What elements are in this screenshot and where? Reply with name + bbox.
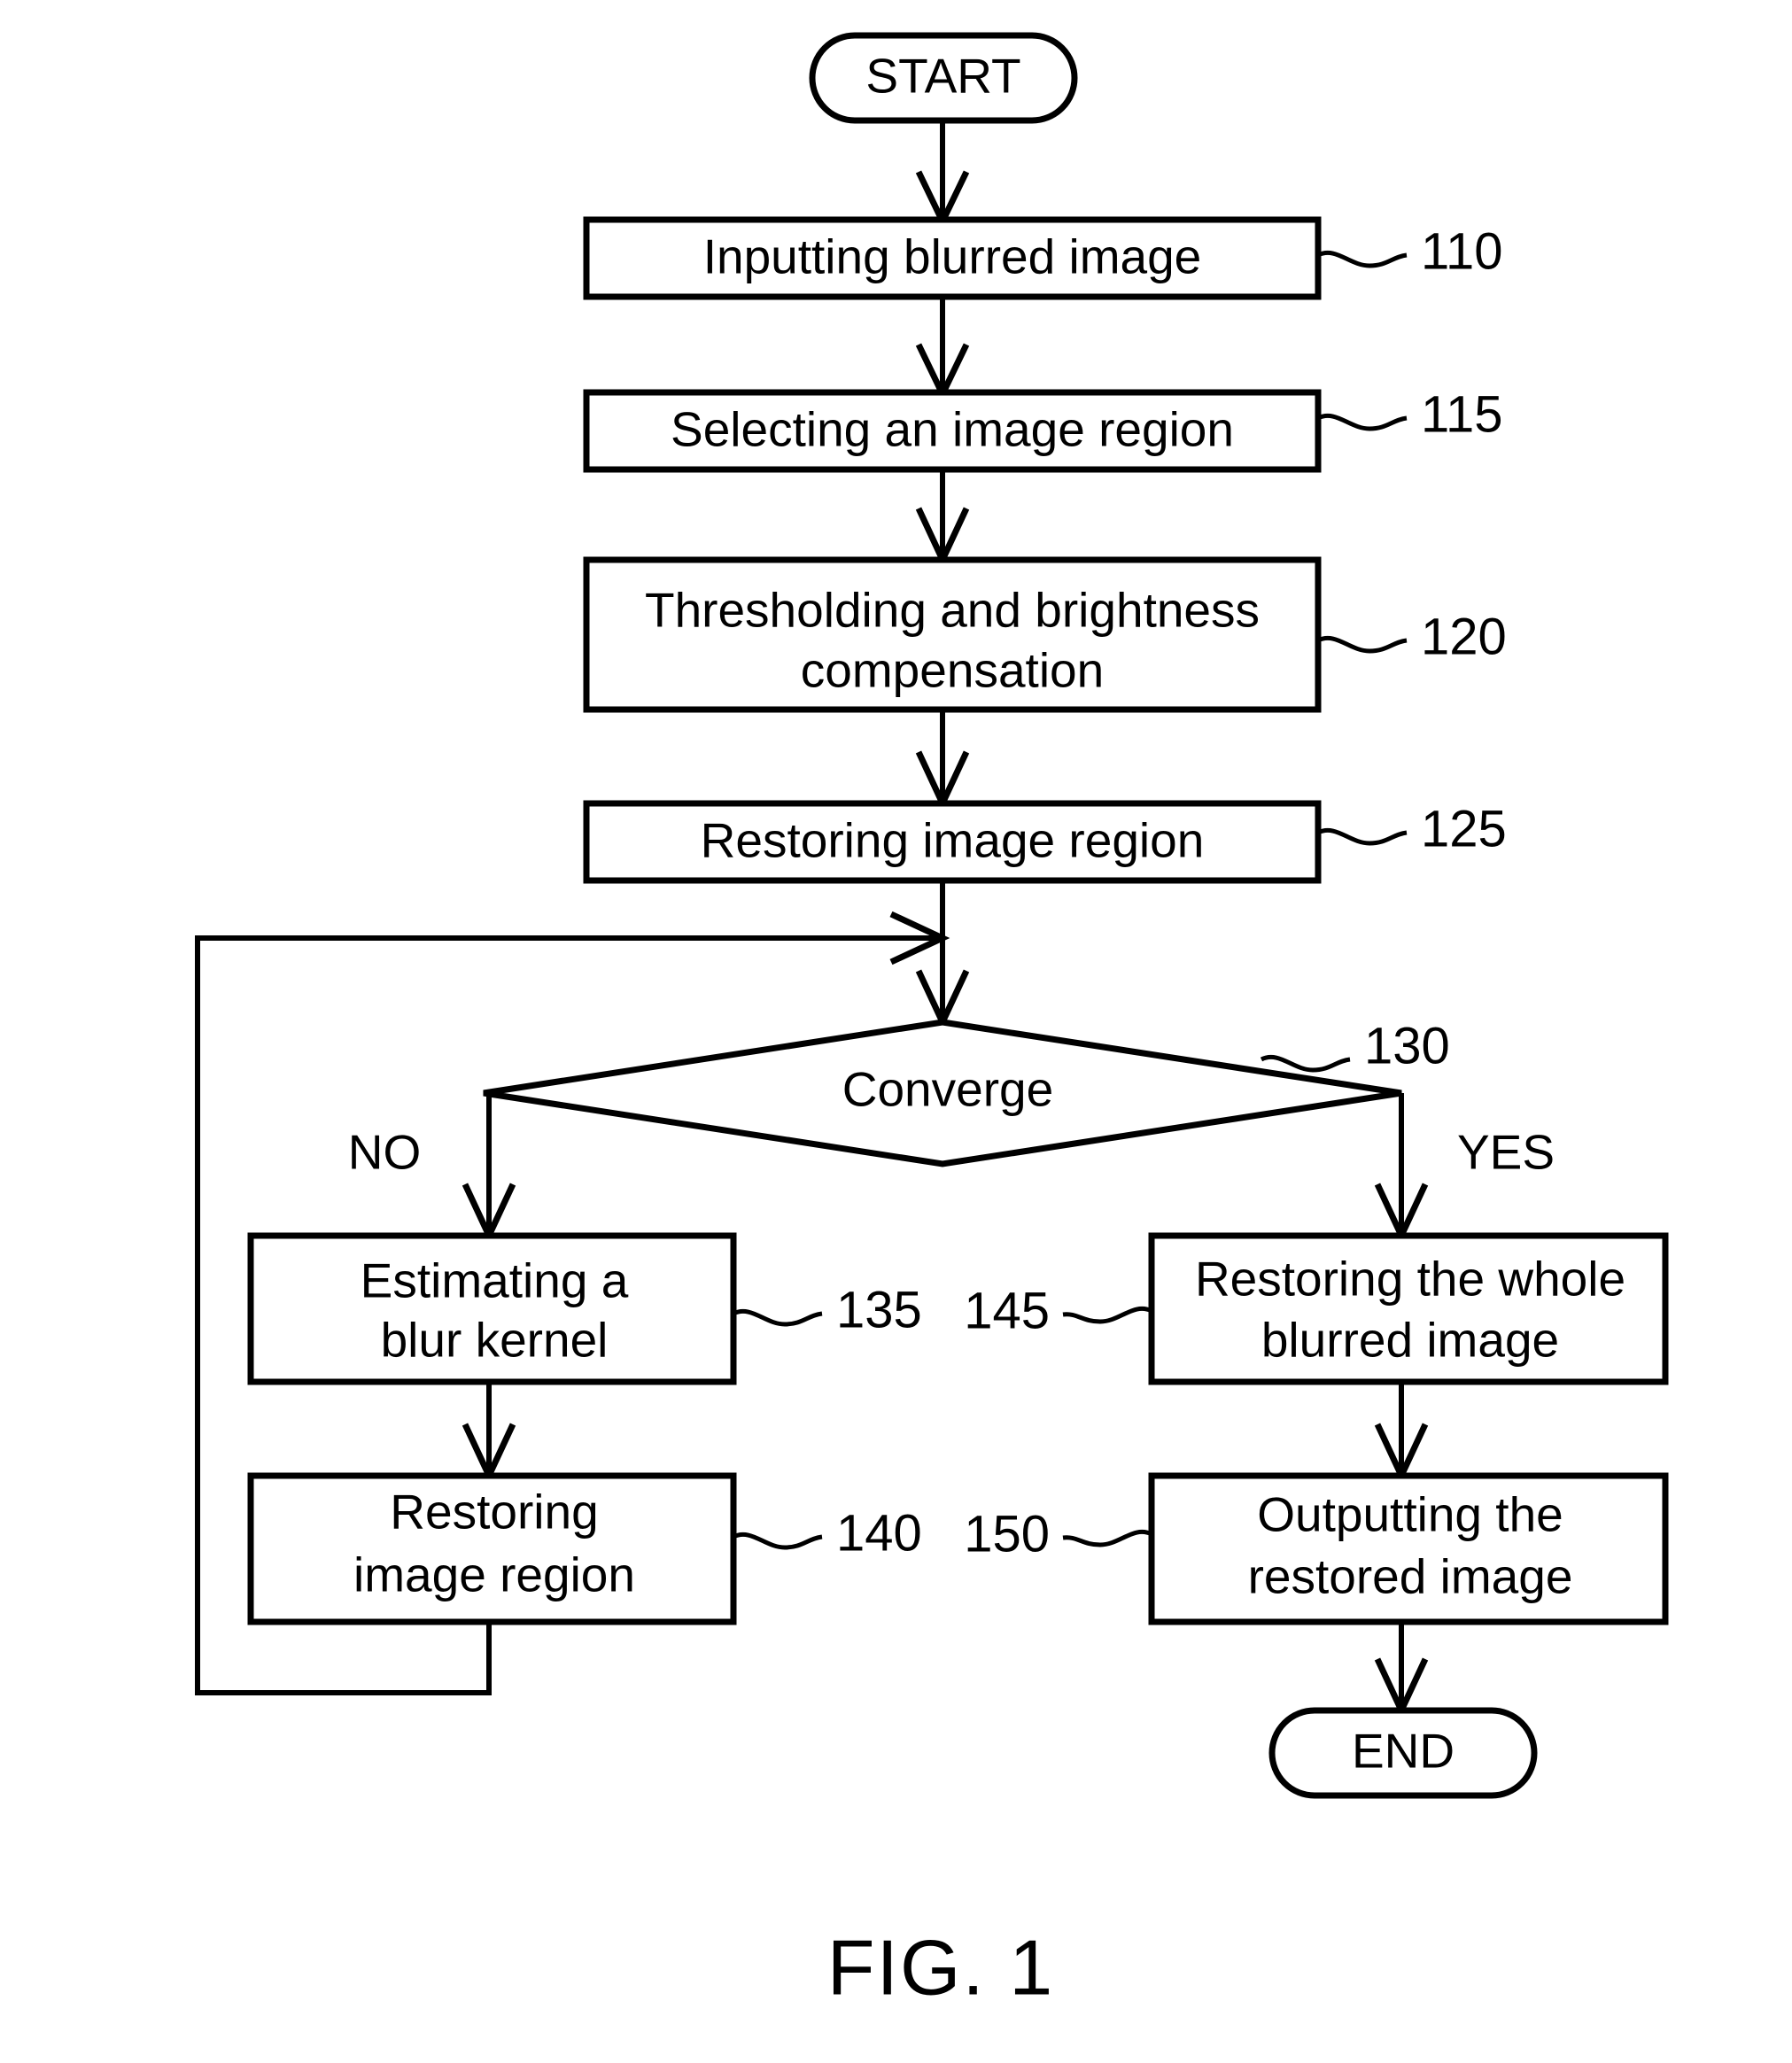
branch-label-no: NO bbox=[348, 1125, 422, 1180]
ref-125: 125 bbox=[1421, 800, 1507, 857]
leader-110 bbox=[1316, 250, 1408, 268]
connector-120-to-125 bbox=[915, 710, 970, 811]
node-135-label-line1: Estimating a bbox=[361, 1253, 629, 1308]
node-restoring-image-region-125[interactable]: Restoring image region bbox=[583, 800, 1322, 884]
leader-115 bbox=[1316, 413, 1408, 431]
node-125-label: Restoring image region bbox=[701, 813, 1205, 868]
leader-125 bbox=[1316, 827, 1408, 846]
figure-canvas: START Inputting blurred image 110 Select… bbox=[0, 0, 1792, 2063]
ref-110: 110 bbox=[1421, 222, 1502, 280]
node-120-label-line2: compensation bbox=[801, 643, 1104, 698]
node-115-label: Selecting an image region bbox=[671, 402, 1234, 457]
ref-135: 135 bbox=[836, 1281, 922, 1338]
leader-140 bbox=[732, 1532, 823, 1550]
leader-145 bbox=[1062, 1306, 1153, 1324]
node-restoring-whole-blurred-image[interactable]: Restoring the whole blurred image bbox=[1148, 1232, 1669, 1385]
leader-120 bbox=[1316, 635, 1408, 654]
node-thresholding-brightness-compensation[interactable]: Thresholding and brightness compensation bbox=[583, 556, 1322, 713]
end-label: END bbox=[1352, 1724, 1455, 1779]
node-110-label: Inputting blurred image bbox=[703, 229, 1202, 284]
connector-130-yes-to-145 bbox=[1374, 1093, 1429, 1244]
ref-120: 120 bbox=[1421, 608, 1507, 665]
node-120-label-line1: Thresholding and brightness bbox=[645, 583, 1260, 638]
node-150-label-line2: restored image bbox=[1248, 1549, 1573, 1604]
node-selecting-image-region[interactable]: Selecting an image region bbox=[583, 389, 1322, 473]
ref-145: 145 bbox=[964, 1282, 1050, 1339]
connector-135-to-140 bbox=[462, 1382, 516, 1484]
flowchart-svg: START Inputting blurred image 110 Select… bbox=[195, 32, 1669, 2011]
connector-145-to-150 bbox=[1374, 1382, 1429, 1484]
node-145-label-line1: Restoring the whole bbox=[1195, 1252, 1625, 1307]
node-start[interactable]: START bbox=[809, 32, 1078, 124]
start-label: START bbox=[865, 49, 1020, 104]
node-130-label: Converge bbox=[842, 1062, 1053, 1117]
node-145-label-line2: blurred image bbox=[1261, 1313, 1559, 1368]
branch-label-yes: YES bbox=[1457, 1125, 1555, 1180]
connector-130-no-to-135 bbox=[462, 1093, 516, 1244]
node-140-label-line1: Restoring bbox=[390, 1485, 598, 1539]
node-restoring-image-region-140[interactable]: Restoring image region bbox=[247, 1472, 737, 1625]
leader-150 bbox=[1062, 1529, 1153, 1547]
connector-start-to-110 bbox=[915, 120, 970, 229]
node-150-label-line1: Outputting the bbox=[1257, 1487, 1563, 1542]
connector-110-to-115 bbox=[915, 297, 970, 402]
node-inputting-blurred-image[interactable]: Inputting blurred image bbox=[583, 216, 1322, 300]
node-outputting-restored-image[interactable]: Outputting the restored image bbox=[1148, 1472, 1669, 1625]
node-end[interactable]: END bbox=[1268, 1707, 1538, 1799]
node-140-label-line2: image region bbox=[353, 1547, 635, 1602]
ref-140: 140 bbox=[836, 1504, 922, 1562]
leader-135 bbox=[732, 1308, 823, 1327]
figure-caption: FIG. 1 bbox=[827, 1923, 1055, 2011]
ref-130: 130 bbox=[1364, 1017, 1450, 1074]
leader-130 bbox=[1260, 1054, 1351, 1073]
ref-115: 115 bbox=[1421, 385, 1502, 443]
ref-150: 150 bbox=[964, 1505, 1050, 1563]
node-converge-decision[interactable]: Converge bbox=[483, 1019, 1402, 1167]
node-estimating-blur-kernel[interactable]: Estimating a blur kernel bbox=[247, 1232, 737, 1385]
node-135-label-line2: blur kernel bbox=[381, 1313, 609, 1368]
